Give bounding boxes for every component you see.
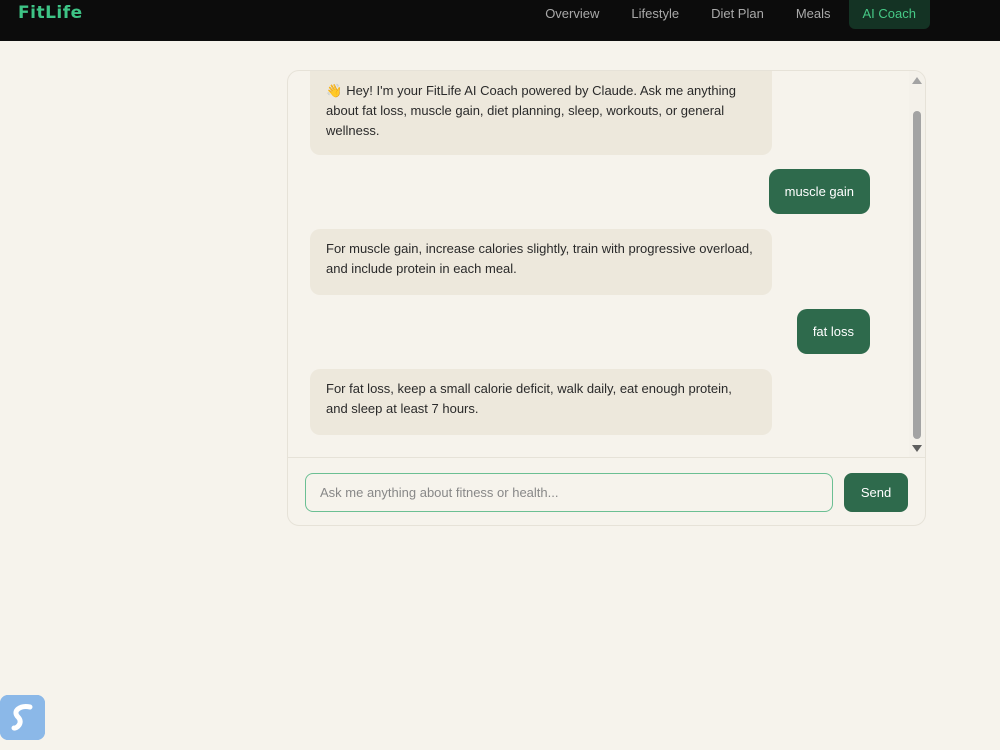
user-message-text: muscle gain	[784, 184, 854, 199]
bot-message: 👋 Hey! I'm your FitLife AI Coach powered …	[310, 71, 772, 155]
message-scrollbar[interactable]	[909, 71, 925, 457]
user-message: muscle gain	[768, 169, 870, 214]
top-navigation-bar: FitLife Overview Lifestyle Diet Plan Mea…	[0, 0, 1000, 41]
scroll-down-arrow-icon[interactable]	[912, 445, 922, 452]
bot-message-text: Hey! I'm your FitLife AI Coach powered b…	[326, 83, 736, 138]
bot-message-text: For fat loss, keep a small calorie defic…	[326, 381, 732, 416]
scroll-up-arrow-icon[interactable]	[912, 77, 922, 84]
user-message: fat loss	[796, 309, 870, 354]
bot-message: For muscle gain, increase calories sligh…	[310, 229, 772, 295]
bot-message-text: For muscle gain, increase calories sligh…	[326, 241, 753, 276]
floating-widget-button[interactable]	[0, 695, 45, 740]
message-list: 👋 Hey! I'm your FitLife AI Coach powered …	[288, 71, 908, 457]
wave-hand-icon: 👋	[326, 83, 343, 98]
scroll-thumb[interactable]	[913, 111, 921, 439]
main-nav: Overview Lifestyle Diet Plan Meals AI Co…	[529, 0, 930, 29]
bot-message: For fat loss, keep a small calorie defic…	[310, 369, 772, 435]
chat-input-area: Send	[288, 457, 925, 525]
nav-tab-meals[interactable]: Meals	[780, 0, 847, 29]
nav-tab-diet-plan[interactable]: Diet Plan	[695, 0, 780, 29]
nav-tab-lifestyle[interactable]: Lifestyle	[615, 0, 695, 29]
nav-tab-ai-coach[interactable]: AI Coach	[848, 0, 930, 29]
user-message-text: fat loss	[812, 324, 854, 339]
chat-panel: 👋 Hey! I'm your FitLife AI Coach powered …	[287, 70, 926, 526]
chat-input[interactable]	[305, 473, 833, 512]
send-button[interactable]: Send	[844, 473, 908, 512]
app-widget-icon	[0, 695, 45, 740]
brand-logo[interactable]: FitLife	[18, 3, 83, 23]
nav-tab-overview[interactable]: Overview	[529, 0, 615, 29]
